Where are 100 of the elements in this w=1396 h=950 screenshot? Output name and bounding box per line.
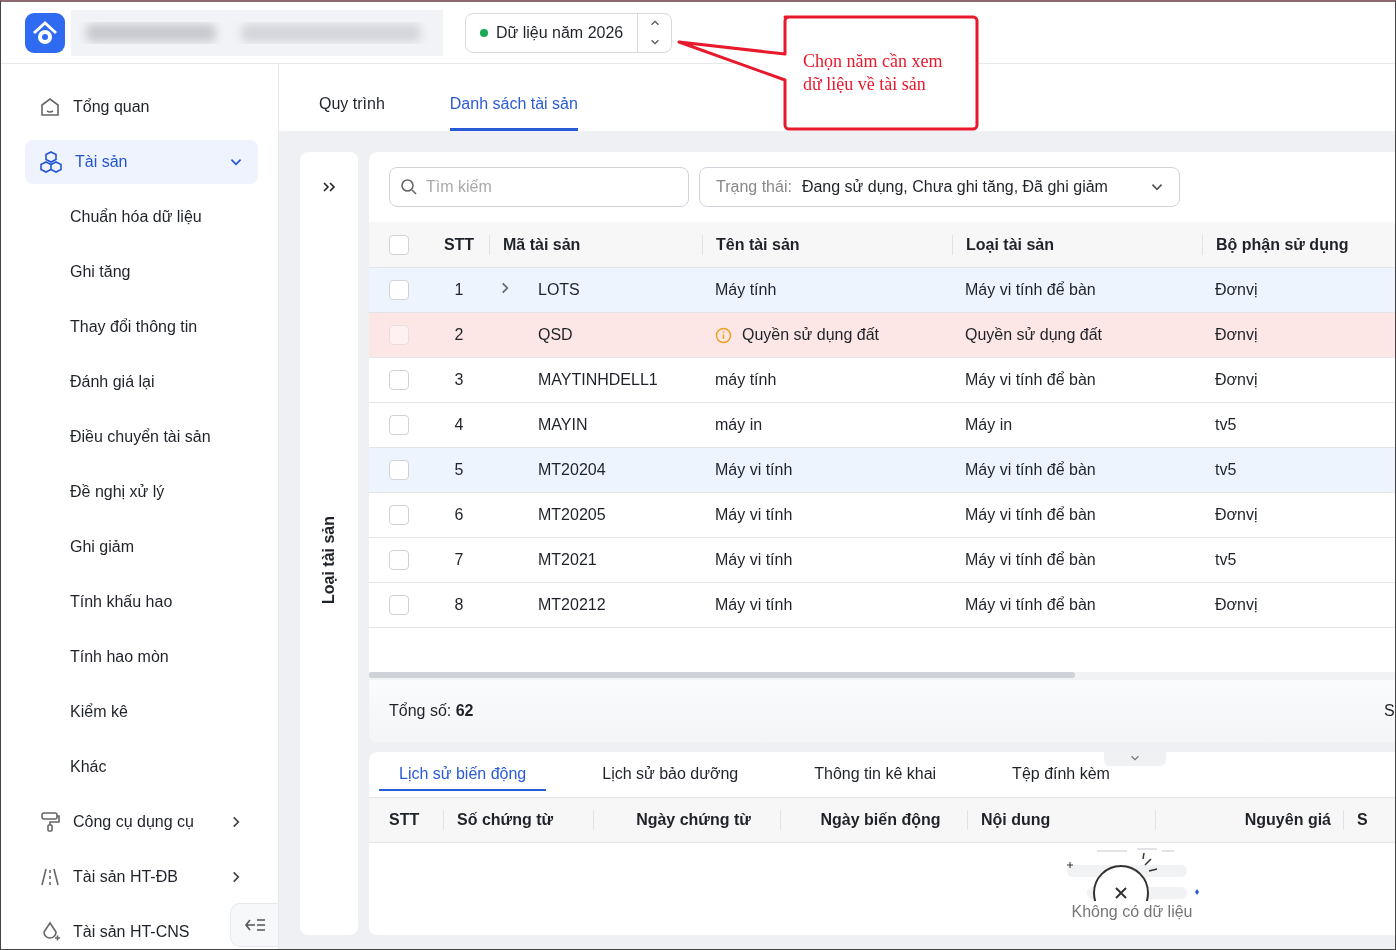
sidebar-subitem[interactable]: Thay đổi thông tin [25, 305, 258, 349]
table-cell: máy tính [715, 371, 777, 389]
table-row[interactable]: 5 MT20204 Máy vi tính Máy vi tính để bàn tv5 [369, 448, 1395, 493]
table-cell-text: 2 [453, 326, 465, 344]
footer-text: S [1384, 702, 1395, 720]
filter-value: Đang sử dụng, Chưa ghi tăng, Đã ghi giảm [801, 178, 1109, 196]
column-header: STT [442, 234, 476, 255]
table-cell-text: 3 [453, 371, 465, 389]
table-cell: Máy tính [715, 281, 777, 299]
tab[interactable]: Lịch sử biến động [379, 752, 547, 791]
table-cell-text: Đơnvị [1214, 596, 1259, 614]
sidebar-subitem[interactable]: Chuẩn hóa dữ liệu [25, 195, 258, 239]
status-filter[interactable]: Trạng thái: Đang sử dụng, Chưa ghi tăng, Đã ghi giảm [699, 167, 1180, 207]
table-cell-text: Đơnvị [1214, 326, 1259, 344]
sidebar-item[interactable]: Tài sản [25, 140, 258, 184]
table-row[interactable]: 2 QSD Quyền sử dụng đất Quyền sử dụng đất Đơnvị [369, 313, 1395, 358]
table-cell-text: tv5 [1214, 551, 1238, 569]
column-header: Số chứng từ [443, 810, 593, 830]
column-header: S [1343, 810, 1395, 830]
search-box[interactable]: Tìm kiếm [389, 167, 689, 207]
cubes-icon [39, 150, 63, 174]
column-header: Nguyên giá [1155, 810, 1343, 830]
table-cell-text: 6 [453, 506, 465, 524]
table-cell: Quyền sử dụng đất [742, 326, 880, 344]
sidebar-subitem[interactable]: Kiểm kê [25, 690, 258, 734]
sidebar-subitem[interactable]: Điều chuyển tài sản [25, 415, 258, 459]
row-checkbox[interactable] [389, 415, 409, 435]
tab[interactable]: Lịch sử bảo dưỡng [582, 752, 759, 791]
table-cell-text: 7 [453, 551, 465, 569]
table-cell: MT20212 [538, 596, 606, 614]
sidebar-subitem[interactable]: Ghi tăng [25, 250, 258, 294]
table-cell-text: Máy vi tính để bàn [964, 596, 1097, 614]
table-cell-text: Đơnvị [1214, 371, 1259, 389]
column-header: Mã tài sản [489, 234, 702, 255]
callout-text: Chọn năm cần xem dữ liệu về tài sản [803, 50, 944, 96]
sidebar-item[interactable]: Tài sản HT-ĐB [25, 855, 258, 899]
table-cell-text: 1 [453, 281, 465, 299]
sidebar-item[interactable]: Tài sản HT-CNS [25, 910, 226, 949]
collapse-sidebar-button[interactable] [230, 903, 278, 947]
table-cell: LOTS [538, 281, 580, 299]
sidebar-subitem[interactable]: Đánh giá lại [25, 360, 258, 404]
table-cell: MT20204 [538, 461, 606, 479]
row-checkbox[interactable] [389, 280, 409, 300]
sidebar-subitem[interactable]: Ghi giảm [25, 525, 258, 569]
table-cell: Máy vi tính [715, 596, 793, 614]
table-cell-text: Máy vi tính để bàn [964, 371, 1097, 389]
row-checkbox[interactable] [389, 505, 409, 525]
row-checkbox[interactable] [389, 550, 409, 570]
table-cell: Máy vi tính [715, 506, 793, 524]
row-checkbox[interactable] [389, 460, 409, 480]
table-cell-text: Máy vi tính để bàn [964, 551, 1097, 569]
select-all-checkbox[interactable] [389, 234, 409, 255]
road-icon [39, 866, 61, 888]
home-icon [39, 96, 61, 118]
table-cell: Máy vi tính [715, 461, 793, 479]
table-cell: MT20205 [538, 506, 606, 524]
search-icon [400, 178, 418, 196]
app-logo [25, 12, 65, 53]
collapse-icon [243, 917, 266, 933]
table-cell-text: 5 [453, 461, 465, 479]
table-cell-text: 4 [453, 416, 465, 434]
empty-message: Không có dữ liệu [1071, 903, 1193, 921]
sidebar-subitem[interactable]: Đề nghị xử lý [25, 470, 258, 514]
table-cell-text: 8 [453, 596, 465, 614]
tab[interactable]: Thông tin kê khai [794, 752, 957, 791]
collapse-handle[interactable] [1104, 752, 1166, 766]
table-row[interactable]: 1 LOTS Máy tính Máy vi tính để bàn Đơnvị [369, 268, 1395, 313]
table-cell-text: Máy vi tính để bàn [964, 281, 1097, 299]
column-header: Ngày biến động [780, 810, 967, 830]
search-field[interactable]: Tìm kiếm [424, 168, 688, 206]
info-icon [715, 326, 732, 344]
column-header: Nội dung [967, 810, 1155, 830]
sidebar-subitem[interactable]: Khác [25, 745, 258, 789]
table-cell-text: tv5 [1214, 461, 1238, 479]
table-cell: MT2021 [538, 551, 597, 569]
table-cell-text: Máy vi tính để bàn [964, 461, 1097, 479]
tab[interactable]: Tệp đính kèm [992, 752, 1130, 791]
sidebar-subitem[interactable]: Tính hao mòn [25, 635, 258, 679]
filter-label: Trạng thái: [716, 178, 792, 196]
sidebar-subitem[interactable]: Tính khấu hao [25, 580, 258, 624]
row-checkbox[interactable] [389, 370, 409, 390]
total-count: Tổng số: 62 [389, 702, 475, 720]
table-cell-text: Máy in [964, 416, 1014, 434]
tab[interactable]: Danh sách tài sản [449, 64, 578, 131]
table-cell: QSD [538, 326, 573, 344]
row-checkbox[interactable] [389, 595, 409, 615]
scrollbar-thumb[interactable] [369, 672, 1075, 678]
table-cell-text: Quyền sử dụng đất [964, 326, 1104, 344]
tab[interactable]: Quy trình [319, 64, 385, 131]
sidebar-item[interactable]: Công cụ dụng cụ [25, 800, 258, 844]
table-cell: Máy vi tính [715, 551, 793, 569]
column-header: STT [388, 810, 421, 830]
table-cell: MAYTINHDELL1 [538, 371, 658, 389]
expand-icon[interactable] [322, 180, 336, 194]
panel-title: Loại tài sản [320, 516, 338, 604]
table-cell-text: tv5 [1214, 416, 1238, 434]
table-cell: máy in [715, 416, 763, 434]
sidebar-item[interactable]: Tổng quan [25, 85, 258, 129]
column-header: Bộ phận sử dụng [1202, 234, 1367, 255]
table-cell-text: Đơnvị [1214, 506, 1259, 524]
